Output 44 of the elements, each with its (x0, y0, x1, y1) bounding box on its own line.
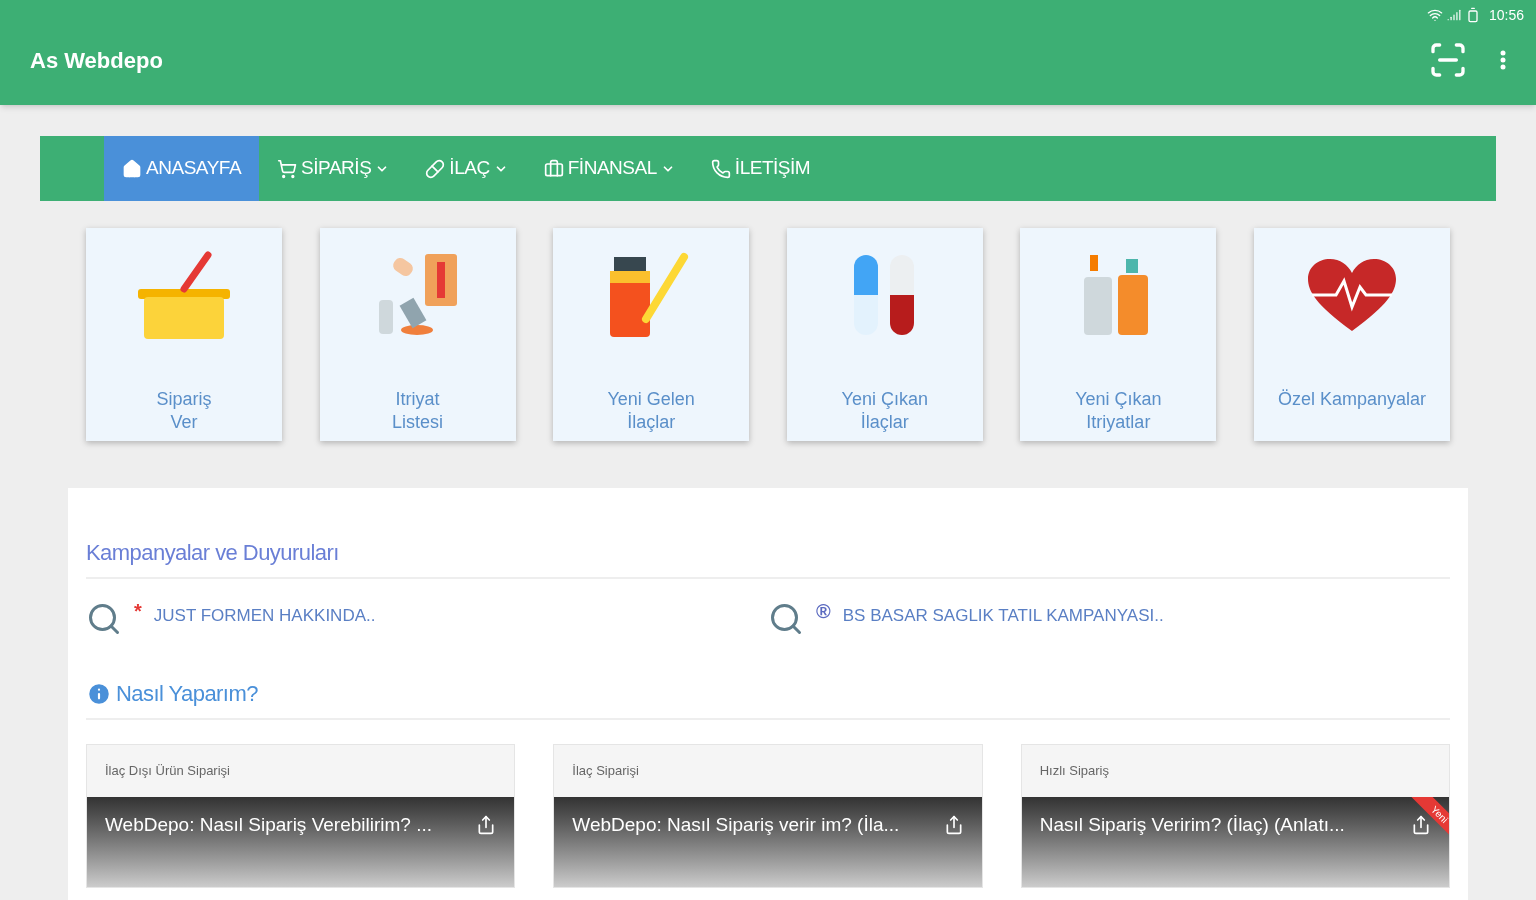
nav-tab[interactable]: ANASAYFA (104, 136, 260, 201)
menu-tile[interactable]: Itriyat Listesi (319, 228, 516, 441)
announcement-link[interactable]: BS BASAR SAGLIK TATIL KAMPANYASI.. (842, 603, 1164, 629)
section-heading: Nasıl Yaparım? (116, 680, 258, 708)
video-heading: İlaç Siparişi (571, 762, 640, 780)
share-icon (1411, 814, 1431, 835)
video-player[interactable]: WebDepo: Nasıl Sipariş Verebilirim? ... (87, 796, 515, 887)
nav-tab[interactable]: SİPARİŞ (259, 136, 408, 201)
wifi-icon (1426, 7, 1443, 23)
magnifier-icon (86, 601, 122, 637)
magnifier-icon (768, 601, 804, 637)
app-title: As Webdepo (30, 46, 163, 75)
announcement-link[interactable]: JUST FORMEN HAKKINDA.. (153, 603, 376, 629)
menu-tile[interactable]: Özel Kampanyalar (1253, 228, 1450, 441)
nav-tab[interactable]: FİNANSAL (525, 136, 693, 201)
scan-button[interactable] (1428, 40, 1468, 80)
clock: 10:56 (1488, 5, 1524, 25)
pill-icon (425, 158, 446, 179)
menu-tile[interactable]: Sipariş Ver (86, 228, 282, 441)
nav-tab[interactable]: İLAÇ (407, 136, 526, 201)
section-heading: Kampanyalar ve Duyuruları (86, 536, 1450, 579)
video-player[interactable]: Nasıl Sipariş Veririm? (İlaç) (Anlatı... Yeni (1021, 796, 1449, 887)
share-icon (476, 814, 497, 835)
cart-icon (277, 158, 298, 179)
home-icon (122, 158, 142, 179)
video-player[interactable]: WebDepo: Nasıl Sipariş verir im? (İla... (554, 796, 982, 887)
more-vertical-icon (1500, 50, 1506, 70)
briefcase-icon (543, 158, 564, 179)
more-options-button[interactable] (1500, 50, 1506, 70)
nav-tab[interactable]: İLETİŞİM (692, 136, 829, 201)
signal-icon (1446, 8, 1461, 22)
video-heading: Hızlı Sipariş (1038, 762, 1110, 780)
menu-tile[interactable]: Yeni Gelen İlaçlar (553, 228, 750, 441)
video-title: WebDepo: Nasıl Sipariş verir im? (İla... (572, 812, 900, 837)
menu-tile[interactable]: Yeni Çıkan Itriyatlar (1020, 228, 1217, 441)
heart-icon (1305, 257, 1398, 333)
announcement-mark: * (134, 601, 142, 621)
video-title: Nasıl Sipariş Veririm? (İlaç) (Anlatı... (1039, 812, 1345, 837)
menu-tile[interactable]: Yeni Çıkan İlaçlar (786, 228, 983, 441)
phone-icon (710, 158, 731, 179)
scan-icon (1428, 40, 1468, 80)
video-title: WebDepo: Nasıl Sipariş Verebilirim? ... (105, 812, 432, 837)
announcement-mark: ® (816, 601, 831, 621)
video-heading: İlaç Dışı Ürün Siparişi (104, 762, 231, 780)
